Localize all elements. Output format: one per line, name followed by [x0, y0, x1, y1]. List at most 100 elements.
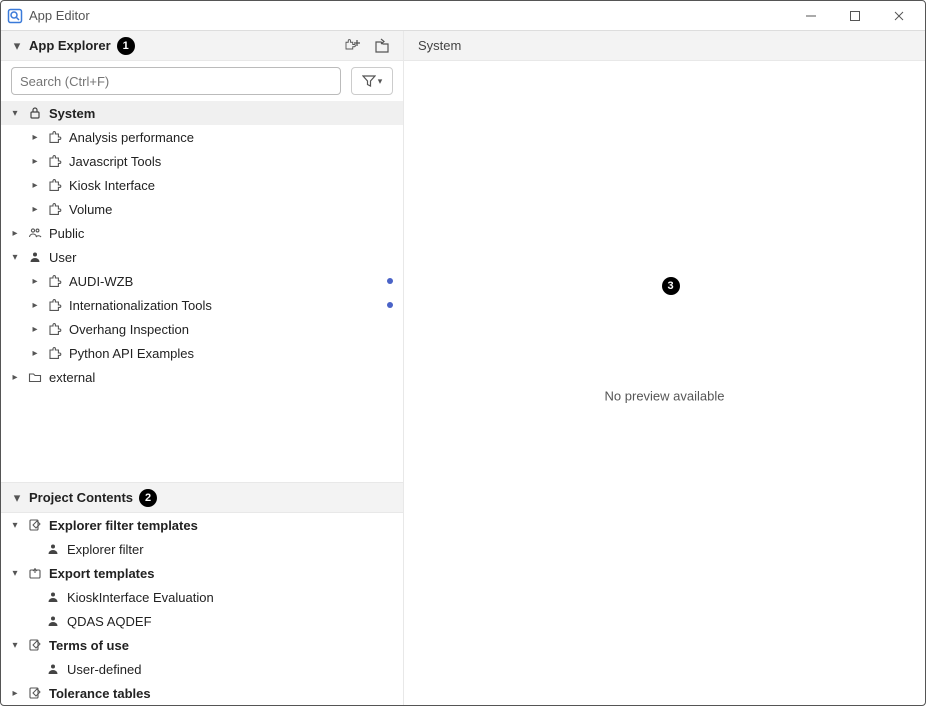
status-dot: [387, 302, 393, 308]
chevron-right-icon[interactable]: ▸: [29, 180, 41, 191]
tree-node-analysis-performance[interactable]: ▸ Analysis performance: [1, 125, 403, 149]
tree-label: Javascript Tools: [69, 154, 393, 169]
tree-label: Kiosk Interface: [69, 178, 393, 193]
callout-3: 3: [662, 277, 680, 295]
explorer-tree: ▾ System ▸ Analysis performance ▸: [1, 101, 403, 389]
maximize-button[interactable]: [833, 2, 877, 30]
tree-node-external[interactable]: ▸ external: [1, 365, 403, 389]
preview-area: 3 No preview available: [404, 61, 925, 705]
tree-item-explorer-filter[interactable]: Explorer filter: [1, 537, 403, 561]
tree-node-audi-wzb[interactable]: ▸ AUDI-WZB: [1, 269, 403, 293]
chevron-right-icon[interactable]: ▸: [9, 688, 21, 699]
puzzle-icon: [47, 153, 63, 169]
puzzle-icon: [47, 129, 63, 145]
tree-node-kiosk-interface[interactable]: ▸ Kiosk Interface: [1, 173, 403, 197]
app-icon: [7, 8, 23, 24]
document-edit-icon: [27, 685, 43, 701]
preview-message: No preview available: [605, 388, 725, 403]
puzzle-icon: [47, 273, 63, 289]
tree-node-javascript-tools[interactable]: ▸ Javascript Tools: [1, 149, 403, 173]
tree-label: Export templates: [49, 566, 393, 581]
tree-label: Internationalization Tools: [69, 298, 381, 313]
app-explorer-header[interactable]: ▾ App Explorer 1: [1, 31, 403, 61]
tree-label: System: [49, 106, 393, 121]
document-edit-icon: [27, 517, 43, 533]
chevron-down-icon[interactable]: ▾: [9, 640, 21, 651]
tree-label: Explorer filter: [67, 542, 393, 557]
app-window: App Editor ▾ App Explorer 1: [0, 0, 926, 706]
tree-node-user[interactable]: ▾ User: [1, 245, 403, 269]
document-edit-icon: [27, 637, 43, 653]
close-button[interactable]: [877, 2, 921, 30]
contents-tree: ▾ Explorer filter templates Explorer fil…: [1, 513, 403, 705]
search-input[interactable]: [11, 67, 341, 95]
funnel-icon: [362, 74, 376, 88]
tree-label: AUDI-WZB: [69, 274, 381, 289]
tree-label: Overhang Inspection: [69, 322, 393, 337]
tree-item-kiosk-eval[interactable]: KioskInterface Evaluation: [1, 585, 403, 609]
tree-label: QDAS AQDEF: [67, 614, 393, 629]
window-title: App Editor: [29, 8, 90, 23]
chevron-right-icon[interactable]: ▸: [29, 204, 41, 215]
preview-header: System: [404, 31, 925, 61]
puzzle-icon: [47, 345, 63, 361]
chevron-right-icon[interactable]: ▸: [29, 348, 41, 359]
tree-item-qdas[interactable]: QDAS AQDEF: [1, 609, 403, 633]
callout-2: 2: [139, 489, 157, 507]
tree-node-overhang-inspection[interactable]: ▸ Overhang Inspection: [1, 317, 403, 341]
filter-button[interactable]: ▾: [351, 67, 393, 95]
tree-node-i18n-tools[interactable]: ▸ Internationalization Tools: [1, 293, 403, 317]
chevron-down-icon[interactable]: ▾: [9, 568, 21, 579]
chevron-right-icon[interactable]: ▸: [29, 132, 41, 143]
tree-node-terms-of-use[interactable]: ▾ Terms of use: [1, 633, 403, 657]
lock-icon: [27, 105, 43, 121]
add-addon-button[interactable]: [341, 35, 363, 57]
person-icon: [45, 541, 61, 557]
preview-title: System: [418, 38, 461, 53]
chevron-right-icon[interactable]: ▸: [29, 300, 41, 311]
import-button[interactable]: [371, 35, 393, 57]
minimize-button[interactable]: [789, 2, 833, 30]
chevron-down-icon: ▾: [11, 490, 23, 506]
tree-label: external: [49, 370, 393, 385]
preview-pane: System 3 No preview available: [404, 31, 925, 705]
chevron-right-icon[interactable]: ▸: [29, 276, 41, 287]
puzzle-icon: [47, 177, 63, 193]
tree-node-volume[interactable]: ▸ Volume: [1, 197, 403, 221]
tree-label: Analysis performance: [69, 130, 393, 145]
tree-node-tolerance-tables[interactable]: ▸ Tolerance tables: [1, 681, 403, 705]
tree-label: User: [49, 250, 393, 265]
tree-label: Terms of use: [49, 638, 393, 653]
project-contents-label: Project Contents: [29, 490, 133, 505]
tree-node-python-api[interactable]: ▸ Python API Examples: [1, 341, 403, 365]
project-contents-header[interactable]: ▾ Project Contents 2: [1, 483, 403, 513]
person-icon: [27, 249, 43, 265]
window-controls: [789, 2, 921, 30]
app-explorer-toolbar: [341, 35, 393, 57]
callout-1: 1: [117, 37, 135, 55]
puzzle-icon: [47, 297, 63, 313]
chevron-down-icon: ▾: [11, 38, 23, 54]
chevron-right-icon[interactable]: ▸: [29, 156, 41, 167]
titlebar-left: App Editor: [7, 8, 90, 24]
people-icon: [27, 225, 43, 241]
person-icon: [45, 589, 61, 605]
tree-node-export-templates[interactable]: ▾ Export templates: [1, 561, 403, 585]
tree-node-public[interactable]: ▸ Public: [1, 221, 403, 245]
chevron-right-icon[interactable]: ▸: [9, 228, 21, 239]
tree-node-filter-templates[interactable]: ▾ Explorer filter templates: [1, 513, 403, 537]
tree-label: Tolerance tables: [49, 686, 393, 701]
chevron-right-icon[interactable]: ▸: [29, 324, 41, 335]
tree-node-system[interactable]: ▾ System: [1, 101, 403, 125]
person-icon: [45, 613, 61, 629]
tree-item-user-defined[interactable]: User-defined: [1, 657, 403, 681]
chevron-down-icon[interactable]: ▾: [9, 252, 21, 263]
chevron-right-icon[interactable]: ▸: [9, 372, 21, 383]
app-explorer-section: ▾ App Explorer 1: [1, 31, 403, 482]
tree-label: Python API Examples: [69, 346, 393, 361]
chevron-down-icon[interactable]: ▾: [9, 108, 21, 119]
export-icon: [27, 565, 43, 581]
left-pane: ▾ App Explorer 1: [1, 31, 404, 705]
tree-label: Public: [49, 226, 393, 241]
chevron-down-icon[interactable]: ▾: [9, 520, 21, 531]
